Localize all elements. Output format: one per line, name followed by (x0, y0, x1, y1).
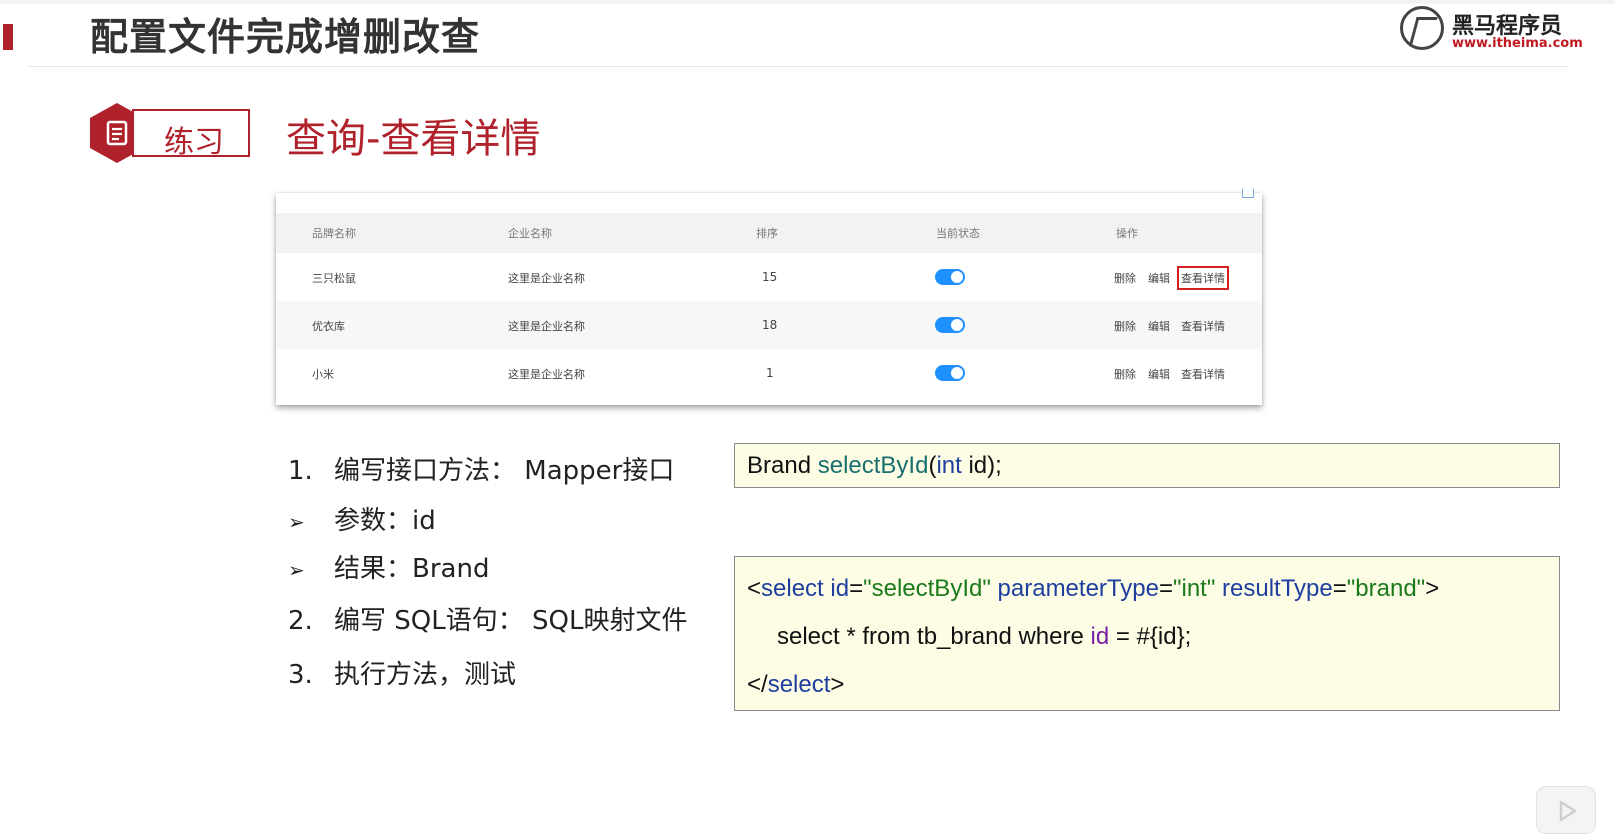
edit-link[interactable]: 编辑 (1148, 366, 1170, 382)
cell-order: 15 (762, 270, 778, 284)
edit-link[interactable]: 编辑 (1148, 318, 1170, 334)
status-toggle[interactable] (935, 317, 965, 333)
status-toggle[interactable] (935, 269, 965, 285)
cell-brand: 小米 (312, 368, 334, 381)
view-detail-link[interactable]: 查看详情 (1177, 266, 1229, 290)
exercise-badge: 练习 (90, 103, 250, 163)
play-icon (1559, 800, 1577, 822)
code-param-type: int (936, 452, 962, 479)
xml-eq: = (1158, 575, 1173, 602)
code-param-rest: id); (961, 452, 1002, 479)
xml-val-id: "selectById" (863, 575, 991, 602)
view-detail-link[interactable]: 查看详情 (1181, 318, 1225, 334)
xml-end-close: > (830, 671, 845, 698)
xml-end-tag: select (767, 671, 831, 698)
delete-link[interactable]: 删除 (1114, 318, 1136, 334)
cell-order: 1 (766, 366, 774, 380)
xml-attr-resulttype: resultType (1215, 575, 1333, 602)
status-toggle[interactable] (935, 365, 965, 381)
step-item: 1. 编写接口方法： Mapper接口 (288, 450, 674, 487)
code-method: selectById (817, 452, 929, 479)
col-header-status: 当前状态 (936, 227, 980, 240)
cell-order: 18 (762, 318, 778, 332)
xml-code-box: <select id="selectById" parameterType="i… (734, 556, 1560, 711)
brand-table-screenshot: 品牌名称 企业名称 排序 当前状态 操作 三只松鼠 这里是企业名称 15 删除 … (276, 189, 1262, 405)
badge-frame: 练习 (132, 109, 250, 160)
side-marker (3, 24, 13, 50)
step-text: 结果：Brand (334, 554, 490, 584)
xml-val-parametertype: "int" (1172, 575, 1216, 602)
cell-brand: 三只松鼠 (312, 272, 356, 285)
step-marker: 1. (288, 456, 313, 486)
step-text: 编写接口方法： Mapper接口 (334, 456, 675, 486)
arrow-bullet-icon: ➢ (288, 558, 305, 582)
cell-company: 这里是企业名称 (508, 272, 585, 285)
table-row: 优衣库 这里是企业名称 18 删除 编辑 查看详情 (276, 301, 1262, 349)
xml-tag: select (761, 575, 824, 602)
sql-text: select * from tb_brand where (777, 623, 1091, 650)
xml-close-bracket: > (1425, 575, 1440, 602)
xml-code-line-2: select * from tb_brand where id = #{id}; (777, 623, 1191, 651)
top-border (0, 0, 1615, 4)
step-item: ➢ 结果：Brand (288, 548, 489, 585)
step-item: ➢ 参数：id (288, 500, 436, 537)
xml-code-line-3: </select> (747, 671, 844, 699)
delete-link[interactable]: 删除 (1114, 366, 1136, 382)
step-item: 2. 编写 SQL语句： SQL映射文件 (288, 600, 687, 637)
logo-url: www.itheima.com (1452, 36, 1583, 51)
interface-code-box: Brand selectById(int id); (734, 443, 1560, 488)
step-text: 编写 SQL语句： SQL映射文件 (334, 606, 688, 636)
play-button[interactable] (1536, 786, 1596, 834)
arrow-bullet-icon: ➢ (288, 510, 305, 534)
step-marker: 2. (288, 606, 313, 636)
xml-eq: = (849, 575, 864, 602)
document-icon (106, 120, 128, 146)
card-corner (1242, 189, 1254, 198)
table-row: 三只松鼠 这里是企业名称 15 删除 编辑 查看详情 (276, 253, 1262, 301)
xml-attr-parametertype: parameterType (990, 575, 1159, 602)
sql-id-column: id (1090, 623, 1110, 650)
sql-text-end: = #{id}; (1109, 623, 1192, 650)
col-header-brand: 品牌名称 (312, 227, 356, 240)
cell-brand: 优衣库 (312, 320, 345, 333)
xml-eq: = (1332, 575, 1347, 602)
section-title: 查询-查看详情 (286, 116, 541, 162)
brand-logo: 黑马程序员 www.itheima.com (1400, 6, 1590, 54)
step-text: 执行方法，测试 (334, 660, 517, 690)
table-row: 小米 这里是企业名称 1 删除 编辑 查看详情 (276, 349, 1262, 397)
xml-open-bracket: < (747, 575, 762, 602)
title-divider (28, 66, 1568, 67)
view-detail-link[interactable]: 查看详情 (1181, 366, 1225, 382)
edit-link[interactable]: 编辑 (1148, 270, 1170, 286)
step-marker: 3. (288, 660, 313, 690)
step-text: 参数：id (334, 506, 436, 536)
horse-logo-icon (1400, 6, 1444, 50)
xml-code-line-1: <select id="selectById" parameterType="i… (747, 575, 1439, 603)
cell-company: 这里是企业名称 (508, 320, 585, 333)
col-header-actions: 操作 (1116, 227, 1138, 240)
col-header-company: 企业名称 (508, 227, 552, 240)
cell-company: 这里是企业名称 (508, 368, 585, 381)
xml-end-open: </ (747, 671, 768, 698)
page-title: 配置文件完成增删改查 (90, 15, 481, 59)
delete-link[interactable]: 删除 (1114, 270, 1136, 286)
badge-label: 练习 (164, 125, 224, 160)
code-type: Brand (747, 452, 812, 479)
table-header: 品牌名称 企业名称 排序 当前状态 操作 (276, 213, 1262, 253)
step-item: 3. 执行方法，测试 (288, 654, 516, 691)
col-header-order: 排序 (756, 227, 778, 240)
xml-val-resulttype: "brand" (1346, 575, 1426, 602)
xml-attr-id: id (823, 575, 850, 602)
interface-code-line: Brand selectById(int id); (747, 452, 1002, 480)
